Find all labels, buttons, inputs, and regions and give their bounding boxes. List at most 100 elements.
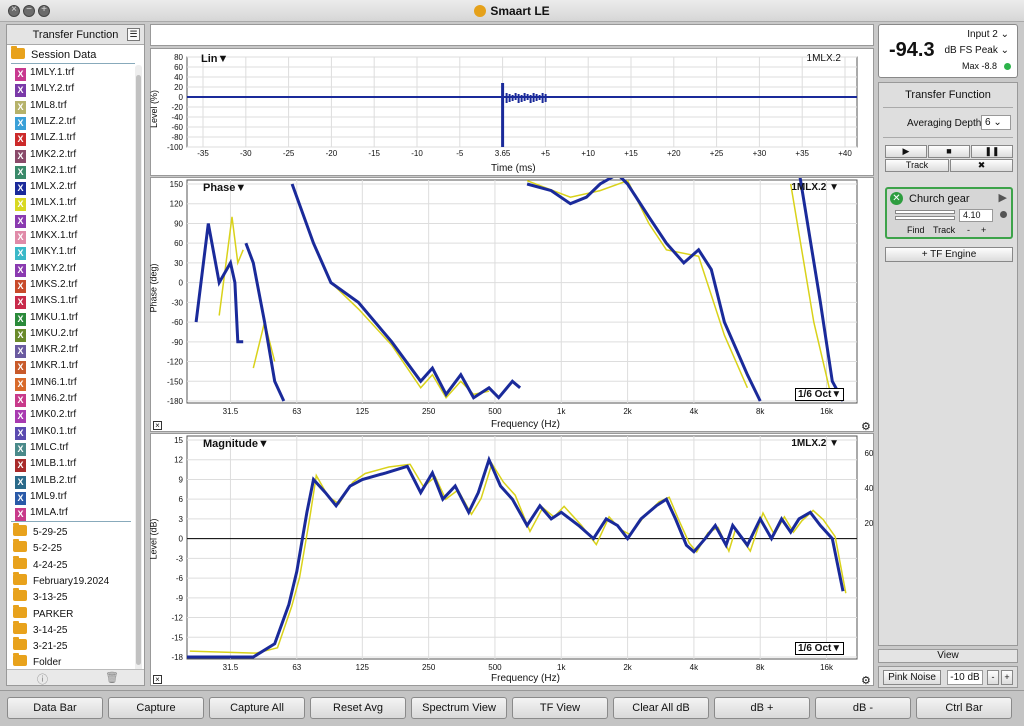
bottom-button[interactable]: Capture All (209, 697, 305, 719)
file-item[interactable]: X 1MLZ.1.trf (15, 130, 76, 147)
meter-mode-select[interactable]: dB FS Peak ⌄ (944, 45, 1009, 56)
tools-icon[interactable]: ✖ (950, 159, 1013, 172)
sidebar-menu-icon[interactable]: ☰ (127, 28, 140, 41)
magnitude-close-icon[interactable]: × (153, 675, 162, 684)
x-tick-label: 16k (820, 663, 834, 672)
bottom-button[interactable]: dB + (714, 697, 810, 719)
delay-plus-button[interactable]: + (981, 225, 986, 235)
file-item[interactable]: X 1MKS.2.trf (15, 277, 77, 293)
phase-trace-label[interactable]: 1MLX.2 ▼ (791, 182, 839, 193)
command-bar[interactable] (150, 24, 874, 46)
meter-input-select[interactable]: Input 2 ⌄ (967, 29, 1009, 40)
add-tf-engine-button[interactable]: + TF Engine (885, 247, 1013, 262)
folder-item[interactable]: February19.2024 (13, 571, 109, 590)
file-item[interactable]: X 1MLY.2.trf (15, 81, 74, 98)
tf-engine-card[interactable]: ✕ Church gear ▶ 4.10 Find Track - + (885, 187, 1013, 239)
folder-item[interactable]: PARKER (13, 604, 73, 623)
play-button[interactable]: ▶ (885, 145, 927, 158)
file-item[interactable]: X 1MKR.2.trf (15, 342, 78, 359)
x-tick-label: 500 (488, 663, 502, 672)
phase-plot[interactable]: 150 120 90 60 30 0 -30 -60 -90 -120 -150 -180 31.5 63… (149, 177, 874, 433)
file-item[interactable]: X 1MLB.2.trf (15, 473, 76, 489)
folder-item[interactable]: 3-13-25 (13, 588, 67, 606)
folder-item[interactable]: 5-2-25 (13, 539, 62, 557)
magnitude-settings-gear-icon[interactable]: ⚙ (861, 674, 871, 687)
magnitude-plot-title[interactable]: Magnitude▼ (203, 438, 269, 450)
noise-level-field[interactable]: -10 dB (947, 670, 983, 685)
file-type-icon: X (15, 442, 26, 456)
file-item[interactable]: X 1MK0.2.trf (15, 407, 76, 424)
track-button[interactable]: Track (885, 159, 949, 172)
engine-name[interactable]: Church gear (909, 193, 970, 205)
pause-button[interactable]: ❚❚ (971, 145, 1013, 158)
averaging-depth-select[interactable]: 6 ⌄ (981, 115, 1011, 130)
file-item[interactable]: X 1MKX.2.trf (15, 212, 77, 228)
trash-icon[interactable]: 🗑 (105, 671, 119, 684)
bottom-button[interactable]: Ctrl Bar (916, 697, 1012, 719)
engine-play-icon[interactable]: ▶ (999, 191, 1007, 204)
bottom-button[interactable]: Spectrum View (411, 697, 507, 719)
noise-plus-button[interactable]: + (1001, 670, 1013, 685)
folder-item[interactable]: 3-21-25 (13, 637, 67, 655)
y-tick-label: -80 (171, 133, 183, 142)
file-item[interactable]: X 1MLY.1.trf (15, 65, 74, 81)
sidebar-scroll-thumb[interactable] (136, 75, 141, 665)
file-item[interactable]: X 1MLX.1.trf (15, 195, 76, 212)
file-item[interactable]: X 1MKY.2.trf (15, 261, 76, 277)
view-button[interactable]: View (878, 649, 1018, 663)
file-item[interactable]: X 1MKR.1.trf (15, 358, 78, 375)
info-icon[interactable]: ⓘ (37, 671, 48, 687)
impulse-plot-title[interactable]: Lin▼ (201, 53, 228, 65)
file-item[interactable]: X 1MK0.1.trf (15, 424, 76, 440)
file-item[interactable]: X 1MN6.2.trf (15, 391, 77, 407)
file-item[interactable]: X 1MLX.2.trf (15, 179, 76, 196)
file-item[interactable]: X 1MK2.2.trf (15, 147, 76, 163)
bottom-button[interactable]: TF View (512, 697, 608, 719)
magnitude-plot[interactable]: 15 12 9 6 3 0 -3 -6 -9 -12 -15 -18 31.5 63 125 250 500 1k… (149, 433, 874, 687)
bottom-button[interactable]: Data Bar (7, 697, 103, 719)
file-item[interactable]: X 1MN6.1.trf (15, 375, 77, 391)
bottom-button[interactable]: Reset Avg (310, 697, 406, 719)
file-item[interactable]: X 1MK2.1.trf (15, 163, 76, 179)
file-name: 1MKU.2.trf (30, 327, 78, 339)
file-name: 1MKR.2.trf (30, 344, 78, 356)
file-item[interactable]: X 1ML8.trf (15, 98, 67, 114)
x-tick-label: +30 (753, 149, 767, 158)
file-item[interactable]: X 1MLZ.2.trf (15, 114, 76, 130)
pink-noise-button[interactable]: Pink Noise (883, 670, 941, 685)
delay-field[interactable]: 4.10 (959, 209, 993, 222)
phase-close-icon[interactable]: × (153, 421, 162, 430)
folder-item[interactable]: 3-14-25 (13, 620, 67, 639)
file-item[interactable]: X 1MLC.trf (15, 440, 68, 456)
folder-item[interactable]: 4-24-25 (13, 555, 67, 574)
y-tick-label: -60 (171, 123, 183, 132)
folder-item[interactable]: 5-29-25 (13, 523, 67, 541)
y-tick-label: -40 (171, 113, 183, 122)
file-item[interactable]: X 1ML9.trf (15, 489, 67, 505)
impulse-response-plot[interactable]: 80 60 40 20 0 -20 -40 -60 -80 -100 -35 -30 -25 -20 -15… (149, 48, 874, 176)
session-data-folder[interactable]: Session Data (11, 46, 96, 63)
file-item[interactable]: X 1MKU.2.trf (15, 326, 78, 342)
file-item[interactable]: X 1MKY.1.trf (15, 244, 76, 261)
sidebar-scrollbar[interactable] (135, 65, 142, 685)
file-item[interactable]: X 1MKS.1.trf (15, 293, 77, 310)
bottom-button[interactable]: dB - (815, 697, 911, 719)
phase-settings-gear-icon[interactable]: ⚙ (861, 420, 871, 433)
file-item[interactable]: X 1MLA.trf (15, 505, 68, 522)
find-button[interactable]: Find (907, 225, 925, 235)
phase-plot-title[interactable]: Phase▼ (203, 182, 246, 194)
track-delay-button[interactable]: Track (933, 225, 955, 235)
phase-smoothing-select[interactable]: 1/6 Oct▼ (795, 388, 845, 401)
bottom-button[interactable]: Clear All dB (613, 697, 709, 719)
delay-minus-button[interactable]: - (967, 225, 970, 235)
noise-minus-button[interactable]: - (987, 670, 999, 685)
magnitude-trace-label[interactable]: 1MLX.2 ▼ (791, 438, 839, 449)
stop-button[interactable]: ■ (928, 145, 970, 158)
file-item[interactable]: X 1MKX.1.trf (15, 228, 77, 244)
level-meter[interactable]: -94.3 Input 2 ⌄ dB FS Peak ⌄ Max -8.8 (878, 24, 1018, 78)
file-item[interactable]: X 1MKU.1.trf (15, 310, 78, 326)
bottom-button[interactable]: Capture (108, 697, 204, 719)
engine-enable-icon[interactable]: ✕ (890, 192, 903, 205)
file-item[interactable]: X 1MLB.1.trf (15, 456, 76, 473)
magnitude-smoothing-select[interactable]: 1/6 Oct▼ (795, 642, 845, 655)
